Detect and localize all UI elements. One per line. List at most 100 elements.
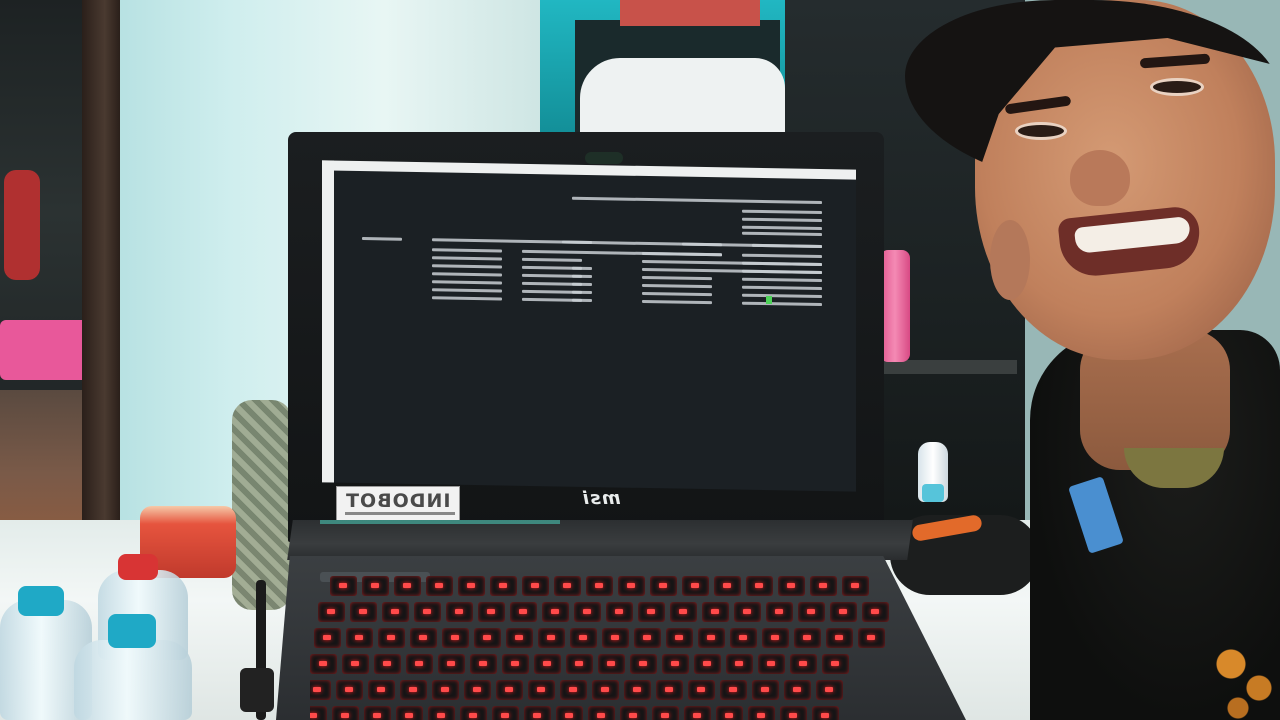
keyboard-key [460,706,487,720]
keyboard-key [310,706,327,720]
laptop-screen-terminal [322,160,856,492]
keyboard-key [396,706,423,720]
terminal-text-line [642,299,712,305]
keyboard-key [702,602,729,622]
keyboard-key [510,602,537,622]
keyboard-key [662,654,689,674]
terminal-text-line [742,209,822,215]
terminal-text-line [432,264,502,269]
terminal-text-line [642,275,712,281]
bottle-cap [108,614,156,648]
keyboard-key [560,680,587,700]
keyboard-key [570,628,597,648]
keyboard-key [602,628,629,648]
keyboard-key [490,576,517,596]
keyboard-key [318,602,345,622]
keyboard-key [378,628,405,648]
terminal-text-line [642,283,712,289]
keyboard-key [734,602,761,622]
keyboard-key [310,680,331,700]
keyboard-key [794,628,821,648]
keyboard-key [410,628,437,648]
terminal-text-line [572,298,592,303]
keyboard-key [382,602,409,622]
terminal-text-line [522,257,582,262]
shelf-red-item [620,0,760,26]
keyboard-key [542,602,569,622]
laptop-hinge [287,520,913,560]
keyboard-key [688,680,715,700]
keyboard-key [858,628,885,648]
keyboard-key [428,706,455,720]
terminal-text-line [432,280,502,285]
bottle-cap [18,586,64,616]
terminal-text-line [642,291,712,297]
keyboard-key [746,576,773,596]
keyboard-key [506,628,533,648]
ear [990,220,1030,300]
keyboard-key [634,628,661,648]
keyboard-key [528,680,555,700]
webcam [585,152,623,164]
keyboard-key [762,628,789,648]
bottle-cap [118,554,158,580]
keyboard-key [778,576,805,596]
keyboard-key [698,628,725,648]
terminal-text-line [742,285,822,291]
terminal-text-line [432,248,502,253]
keyboard-key [534,654,561,674]
keyboard-key [588,706,615,720]
keyboard-row [310,680,843,706]
keyboard-key [638,602,665,622]
sticker-tagline [345,512,455,515]
keyboard-key [618,576,645,596]
keyboard-key [538,628,565,648]
keyboard-key [682,576,709,596]
keyboard-row [318,602,889,628]
keyboard-key [822,654,849,674]
keyboard-key [364,706,391,720]
keyboard-key [766,602,793,622]
keyboard-key [842,576,869,596]
keyboard-key [758,654,785,674]
eye [1150,78,1204,96]
terminal-text-line [742,253,822,259]
terminal-text-line [432,288,502,293]
indobot-sticker: INDOBOT [336,486,460,522]
keyboard-key [446,602,473,622]
terminal-text-line [572,196,822,205]
keyboard-key [620,706,647,720]
keyboard-key [478,602,505,622]
nose [1070,150,1130,206]
keyboard-key [554,576,581,596]
terminal-text-line [572,266,592,271]
terminal-text-line [742,269,822,275]
keyboard-key [374,654,401,674]
keyboard-key [606,602,633,622]
pink-bottle [880,250,910,362]
keyboard-row [314,628,885,654]
keyboard-key [464,680,491,700]
keyboard-key [798,602,825,622]
terminal-text-line [742,261,822,267]
terminal-output [334,171,856,307]
pink-basin [0,320,92,380]
terminal-text-line [432,256,502,261]
keyboard-key [694,654,721,674]
keyboard-key [652,706,679,720]
terminal-text-line [362,237,402,241]
keyboard-key [346,628,373,648]
keyboard-key [368,680,395,700]
terminal-text-line [572,274,592,279]
shirt-print [1210,640,1280,720]
keyboard-row [310,654,849,680]
water-bottle [74,640,192,720]
keyboard-key [598,654,625,674]
terminal-text-line [752,243,822,249]
door-frame [82,0,120,545]
terminal-cursor [766,296,772,304]
keyboard-key [332,706,359,720]
terminal-text-line [742,217,822,223]
keyboard-key [720,680,747,700]
keyboard-key [826,628,853,648]
